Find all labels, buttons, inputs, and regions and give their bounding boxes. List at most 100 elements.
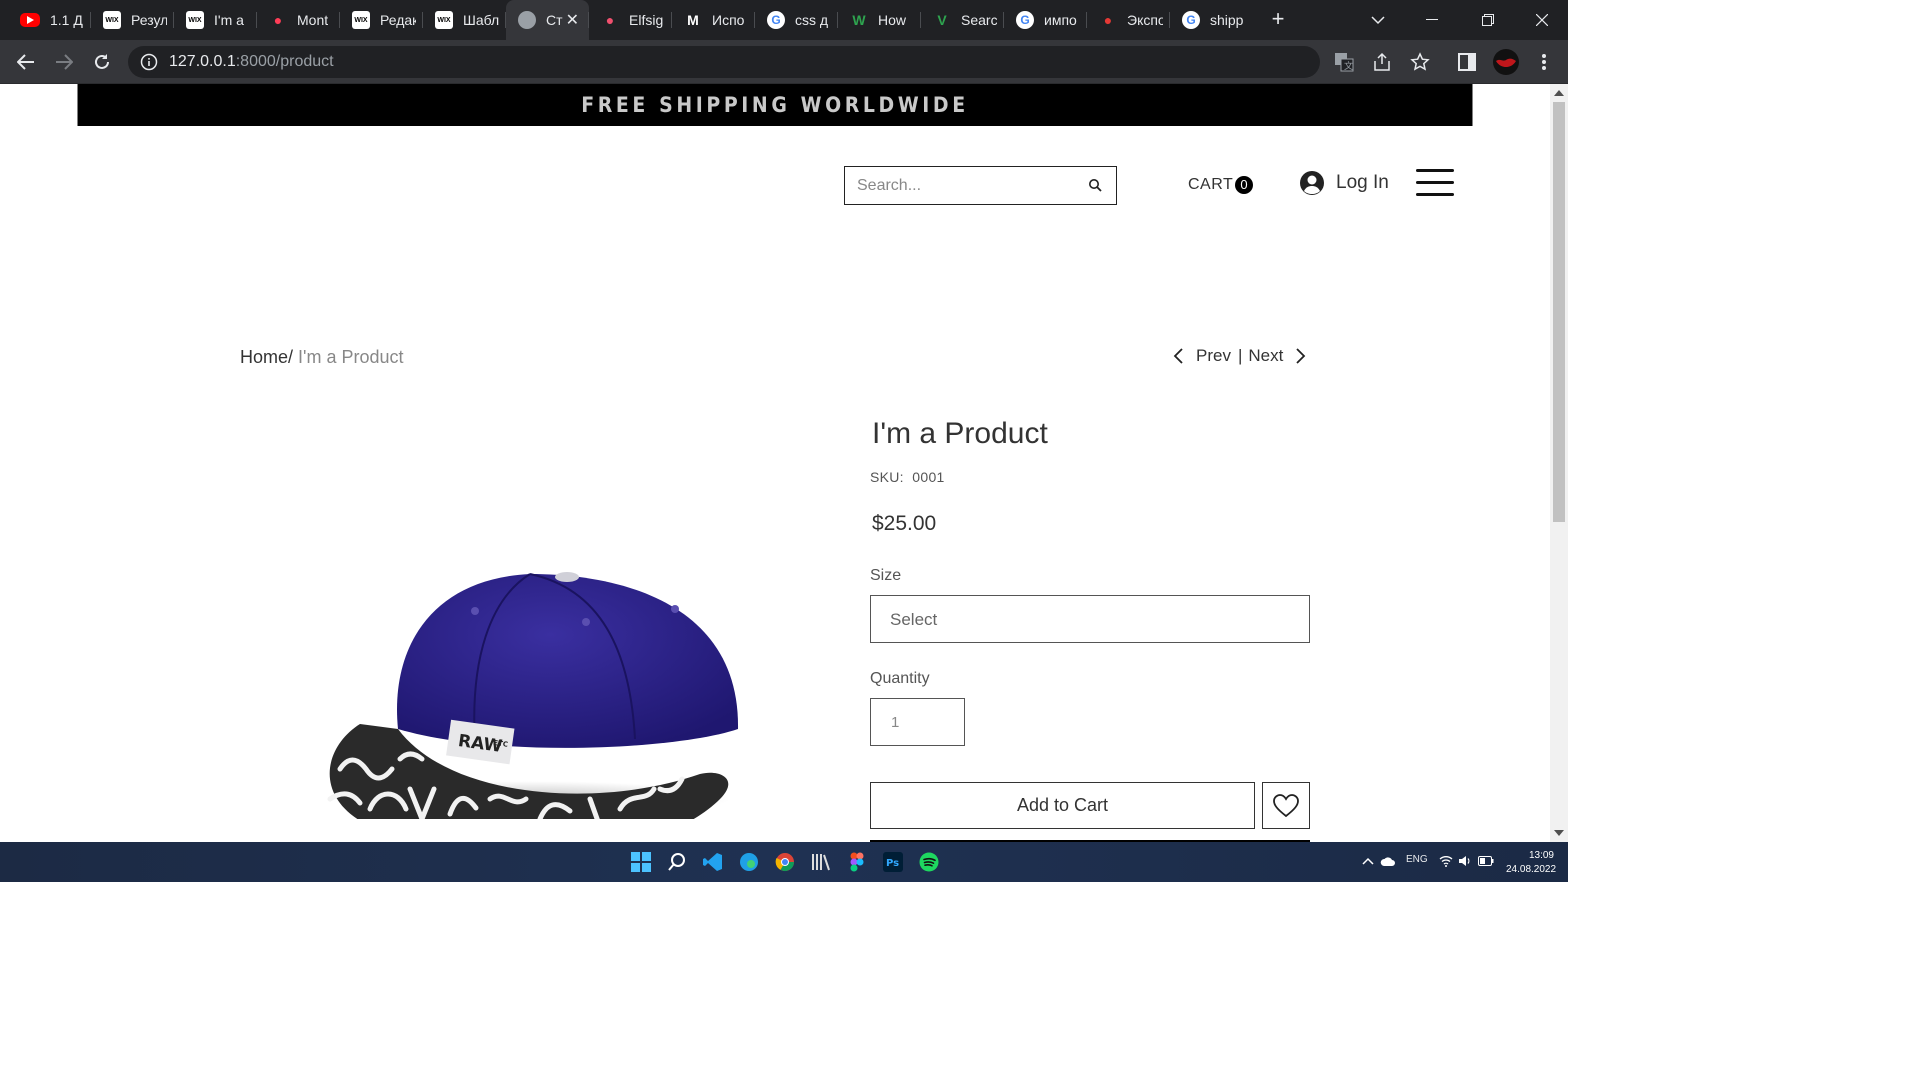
- battery-icon[interactable]: [1478, 856, 1494, 866]
- breadcrumb: Home/ I'm a Product: [240, 347, 404, 368]
- windows-start-icon[interactable]: [630, 851, 652, 873]
- reload-icon: [95, 54, 109, 69]
- wifi-icon[interactable]: [1439, 855, 1453, 867]
- close-window-button[interactable]: [1514, 0, 1570, 40]
- sku-value: 0001: [912, 469, 945, 485]
- tab-title: Searc: [961, 12, 997, 28]
- tab-close-icon[interactable]: ✕: [566, 10, 579, 30]
- translate-icon[interactable]: 文: [1332, 50, 1356, 74]
- page-viewport: FREE SHIPPING WORLDWIDE CART 0 Log In Ho…: [0, 84, 1550, 842]
- browser-tab[interactable]: WIX Шабл: [423, 0, 506, 40]
- tab-title: I'm a: [214, 12, 244, 28]
- minimize-button[interactable]: [1404, 0, 1460, 40]
- photoshop-icon[interactable]: Ps: [882, 851, 904, 873]
- scrollbar-thumb[interactable]: [1553, 102, 1565, 522]
- menu-dots-icon[interactable]: [1532, 50, 1556, 74]
- browser-tab[interactable]: Gshipp: [1170, 0, 1253, 40]
- sku-label: SKU:: [870, 469, 904, 485]
- clock-time: 13:09: [1528, 850, 1554, 861]
- tab-title: Mont: [297, 12, 329, 28]
- browser-tab[interactable]: V Searc: [921, 0, 1004, 40]
- google-icon: G: [767, 11, 785, 29]
- browser-tab[interactable]: WIX Резул: [91, 0, 174, 40]
- quantity-value: 1: [891, 714, 900, 731]
- cart-count-badge: 0: [1235, 176, 1254, 194]
- svg-text:文: 文: [1344, 60, 1353, 72]
- prev-link[interactable]: Prev: [1196, 346, 1231, 366]
- chevron-left-icon[interactable]: [1172, 347, 1184, 365]
- size-select[interactable]: Select: [870, 595, 1310, 643]
- cart-label: CART: [1188, 176, 1234, 193]
- search-box[interactable]: [844, 166, 1117, 205]
- browser-tab[interactable]: ● Экспо: [1087, 0, 1170, 40]
- vscode-icon[interactable]: [702, 851, 724, 873]
- browser-tab[interactable]: Gимпо: [1004, 0, 1087, 40]
- side-panel-icon[interactable]: [1455, 50, 1479, 74]
- page-scrollbar[interactable]: [1550, 84, 1568, 842]
- browser-tab[interactable]: WIX Редак: [340, 0, 423, 40]
- scroll-up-arrow[interactable]: [1554, 90, 1564, 96]
- taskbar-search-icon[interactable]: [666, 851, 688, 873]
- forward-button[interactable]: [50, 48, 78, 76]
- restore-button[interactable]: [1460, 0, 1516, 40]
- monday-icon: ●: [273, 12, 283, 28]
- hamburger-menu-button[interactable]: [1416, 169, 1454, 197]
- new-tab-button[interactable]: +: [1266, 8, 1290, 32]
- search-icon[interactable]: [1088, 178, 1102, 192]
- browser-tab[interactable]: ● Elfsig: [589, 0, 672, 40]
- reload-button[interactable]: [88, 48, 116, 76]
- browser-tab[interactable]: WIX I'm a: [174, 0, 257, 40]
- browser-tab[interactable]: W How: [838, 0, 921, 40]
- chevron-right-icon[interactable]: [1295, 347, 1307, 365]
- browser-tab[interactable]: Ст ✕: [506, 0, 589, 40]
- size-label: Size: [870, 567, 902, 584]
- share-icon[interactable]: [1370, 50, 1394, 74]
- breadcrumb-home[interactable]: Home/: [240, 347, 293, 367]
- clock-date: 24.08.2022: [1506, 864, 1557, 875]
- browser-tab[interactable]: M Испо: [672, 0, 755, 40]
- tab-title: Испо: [712, 12, 745, 28]
- m-icon: M: [687, 12, 699, 28]
- url-text[interactable]: 127.0.0.1:8000/product: [169, 53, 334, 71]
- tray-chevron-up-icon[interactable]: [1362, 857, 1374, 865]
- library-icon[interactable]: [810, 851, 832, 873]
- login-button[interactable]: Log In: [1299, 170, 1389, 196]
- search-input[interactable]: [857, 175, 1077, 197]
- browser-tab[interactable]: 1.1 Д: [8, 0, 91, 40]
- close-icon: [1536, 14, 1548, 26]
- tab-title: Экспо: [1127, 12, 1163, 28]
- language-indicator[interactable]: ENG: [1406, 854, 1428, 865]
- onedrive-icon[interactable]: [1380, 856, 1396, 866]
- wishlist-button[interactable]: [1262, 782, 1310, 829]
- volume-icon[interactable]: [1458, 855, 1472, 867]
- star-icon[interactable]: [1408, 50, 1432, 74]
- browser-tab[interactable]: Gcss д: [755, 0, 838, 40]
- product-image[interactable]: RAW ETC: [300, 479, 760, 819]
- next-link[interactable]: Next: [1248, 346, 1283, 366]
- profile-avatar[interactable]: [1492, 48, 1520, 76]
- chevron-down-icon: [1371, 16, 1385, 25]
- product-sku: SKU: 0001: [870, 469, 945, 485]
- tab-title: Ст: [546, 12, 563, 28]
- edge-icon[interactable]: [738, 851, 760, 873]
- restore-icon: [1482, 14, 1494, 26]
- heart-icon: [1273, 793, 1299, 817]
- figma-icon[interactable]: [846, 851, 868, 873]
- scroll-down-arrow[interactable]: [1554, 830, 1564, 836]
- spotify-icon[interactable]: [918, 851, 940, 873]
- cart-link[interactable]: CART 0: [1188, 176, 1254, 194]
- quantity-input[interactable]: 1: [870, 698, 965, 746]
- tab-search-button[interactable]: [1350, 0, 1406, 40]
- chrome-icon[interactable]: [774, 851, 796, 873]
- tab-title: css д: [795, 12, 829, 28]
- info-icon[interactable]: [140, 53, 158, 71]
- quantity-label: Quantity: [870, 670, 930, 687]
- back-button[interactable]: [12, 48, 40, 76]
- system-clock[interactable]: 13:09 24.08.2022: [1506, 849, 1557, 877]
- minimize-icon: [1426, 19, 1438, 20]
- tab-title: shipp: [1210, 12, 1244, 28]
- add-to-cart-button[interactable]: Add to Cart: [870, 782, 1255, 829]
- wix-icon: WIX: [103, 11, 121, 29]
- figure-icon: ●: [1103, 12, 1113, 28]
- browser-tab[interactable]: ● Mont: [257, 0, 340, 40]
